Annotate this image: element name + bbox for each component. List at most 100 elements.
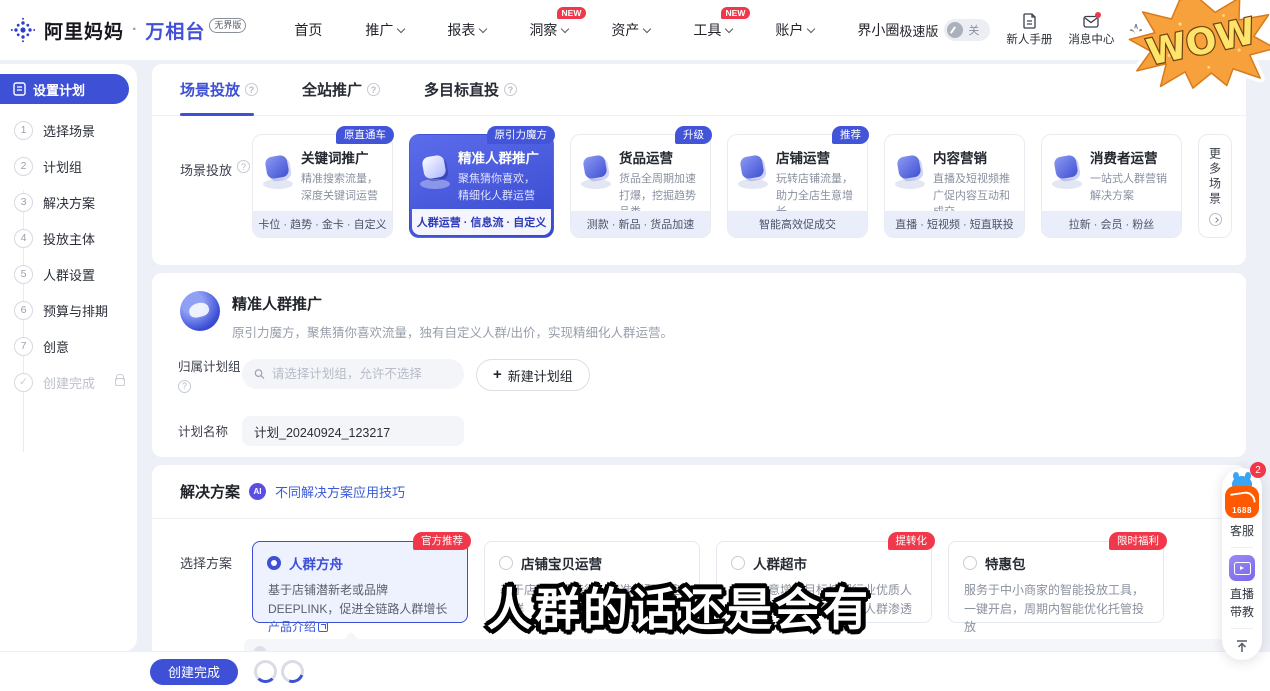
conversion-badge: 提转化 <box>888 532 936 550</box>
scene-card-shop[interactable]: 推荐 店铺运营 玩转店铺流量，助力全店生意增长 智能高效促成交 <box>727 134 868 238</box>
lock-icon <box>115 378 125 386</box>
sidebar-step-complete: ✓ 创建完成 <box>0 364 137 400</box>
solution-tips-link[interactable]: 不同解决方案应用技巧 <box>275 482 405 501</box>
step-label: 计划组 <box>43 157 82 176</box>
back-to-top-button[interactable] <box>1234 638 1250 654</box>
brand-separator: · <box>132 21 137 39</box>
scene-footer: 卡位 · 趋势 · 金卡 · 自定义 <box>253 211 392 237</box>
scene-card-content[interactable]: 内容营销 直播及短视频推广促内容互动和成交 直播 · 短视频 · 短直联投 <box>884 134 1025 238</box>
live-teaching-button[interactable]: 直播带教 <box>1230 585 1254 621</box>
choose-solution-label: 选择方案 <box>180 553 236 623</box>
sidebar-step-scene[interactable]: 1选择场景 <box>0 112 137 148</box>
chevron-down-icon <box>479 24 487 32</box>
step-label: 创建完成 <box>43 373 95 392</box>
brand-logo[interactable]: 阿里妈妈 · 万相台 无界版 <box>0 17 246 44</box>
step-label: 创意 <box>43 337 69 356</box>
sidebar-item-setup-plan[interactable]: 设置计划 <box>0 74 129 104</box>
scene-cards-row: 场景投放? 原直通车 关键词推广 精准搜索流量，深度关键词运营 卡位 · 趋势 … <box>152 116 1246 238</box>
tab-sitewide[interactable]: 全站推广? <box>302 64 380 115</box>
sidebar-step-target[interactable]: 4投放主体 <box>0 220 137 256</box>
logo-1688-icon[interactable]: 1688 <box>1225 486 1259 518</box>
step-number: 5 <box>14 265 33 284</box>
nav-item-jiexiaoquan[interactable]: 界小圈 <box>857 20 899 40</box>
step-number: 4 <box>14 229 33 248</box>
sidebar-step-plan-group[interactable]: 2 计划组 <box>0 148 137 184</box>
consumer-scene-icon <box>1048 153 1086 191</box>
solution-card-special-offer[interactable]: 限时福利 特惠包 服务于中小商家的智能投放工具，一键开启，周期内智能优化托管投放 <box>948 541 1164 623</box>
step-number: 7 <box>14 337 33 356</box>
radio-unselected[interactable] <box>963 556 977 570</box>
divider <box>1231 628 1253 629</box>
new-plan-group-button[interactable]: + 新建计划组 <box>476 359 590 391</box>
newbie-manual-button[interactable]: 新人手册 <box>1006 13 1052 47</box>
limited-benefit-badge: 限时福利 <box>1109 532 1167 550</box>
help-icon[interactable]: ? <box>504 83 517 96</box>
scene-desc: 精准搜索流量，深度关键词运营 <box>301 171 384 204</box>
sidebar-step-budget[interactable]: 6预算与排期 <box>0 292 137 328</box>
scene-badge: 原直通车 <box>336 126 394 144</box>
solution-card-audience-market[interactable]: 提转化 人群超市 基于生意增长目标挖掘行业优质人群，扩大人群拿量，提升人群渗透 <box>716 541 932 623</box>
radio-selected[interactable] <box>267 556 281 570</box>
floating-help-panel: 2 1688 客服 直播带教 <box>1222 468 1262 660</box>
step-label: 预算与排期 <box>43 301 108 320</box>
scene-card-goods[interactable]: 升级 货品运营 货品全周期加速打爆，挖掘趋势品类 测款 · 新品 · 货品加速 <box>570 134 711 238</box>
product-intro-link[interactable]: 产品介绍 <box>268 620 328 634</box>
customer-service-button[interactable]: 客服 <box>1230 522 1254 540</box>
scene-card-audience[interactable]: 原引力魔方 精准人群推广 聚焦猜你喜欢，精细化人群运营 人群运营 · 信息流 ·… <box>409 134 554 238</box>
plan-name-input[interactable] <box>242 416 464 446</box>
audience-promo-icon <box>180 291 220 331</box>
sidebar-step-audience[interactable]: 5 人群设置 <box>0 256 137 292</box>
message-center-button[interactable]: 消息中心 <box>1068 14 1114 47</box>
nav-item-tools[interactable]: 工具NEW <box>693 20 732 40</box>
step-number: 2 <box>14 157 33 176</box>
nav-item-assets[interactable]: 资产 <box>611 20 650 40</box>
tab-multi-target[interactable]: 多目标直投? <box>424 64 517 115</box>
plan-title: 精准人群推广 <box>232 293 673 314</box>
solution-card-audience-ark[interactable]: 官方推荐 人群方舟 基于店铺潜新老或品牌DEEPLINK，促进全链路人群增长产品… <box>252 541 468 623</box>
help-icon[interactable]: ? <box>178 380 191 393</box>
step-number: 3 <box>14 193 33 212</box>
scene-card-consumer[interactable]: 消费者运营 一站式人群营销解决方案 拉新 · 会员 · 粉丝 <box>1041 134 1182 238</box>
step-label: 人群设置 <box>43 265 95 284</box>
nav-item-account[interactable]: 账户 <box>775 20 814 40</box>
scene-badge: 推荐 <box>832 126 869 144</box>
brand-company: 阿里妈妈 <box>44 17 124 44</box>
sidebar-step-creative[interactable]: 7 创意 <box>0 328 137 364</box>
scene-badge: 升级 <box>675 126 712 144</box>
scene-title: 精准人群推广 <box>458 147 545 167</box>
scene-title: 内容营销 <box>933 147 1016 167</box>
solution-desc: 服务于中小商家的智能投放工具，一键开启，周期内智能优化托管投放 <box>964 581 1149 637</box>
sidebar-step-solution[interactable]: 3解决方案 <box>0 184 137 220</box>
scene-select-card: 场景投放? 全站推广? 多目标直投? 场景投放? 原直通车 关键词推广 精准搜索… <box>152 64 1246 265</box>
scene-footer: 测款 · 新品 · 货品加速 <box>571 211 710 237</box>
nav-item-promotion[interactable]: 推广 <box>365 20 404 40</box>
radio-unselected[interactable] <box>731 556 745 570</box>
radio-unselected[interactable] <box>499 556 513 570</box>
nav-item-reports[interactable]: 报表 <box>447 20 486 40</box>
plan-group-input[interactable] <box>272 367 452 381</box>
plan-group-select[interactable] <box>242 359 464 389</box>
solution-header: 解决方案 AI 不同解决方案应用技巧 <box>152 465 1246 519</box>
create-complete-button[interactable]: 创建完成 <box>150 659 238 685</box>
solution-name: 人群方舟 <box>289 553 343 573</box>
speed-version-toggle[interactable]: 关 <box>944 19 990 41</box>
nav-item-insights[interactable]: 洞察NEW <box>529 20 568 40</box>
help-icon[interactable]: ? <box>367 83 380 96</box>
scene-title: 货品运营 <box>619 147 702 167</box>
help-icon[interactable]: ? <box>237 160 250 173</box>
sidebar-active-label: 设置计划 <box>33 80 85 99</box>
more-scenes-button[interactable]: 更多场景 <box>1198 134 1232 238</box>
scene-row-label: 场景投放? <box>180 160 236 238</box>
plan-name-row: 计划名称 <box>178 416 1246 446</box>
live-teaching-icon[interactable] <box>1229 555 1255 581</box>
plus-icon: + <box>493 367 502 382</box>
solution-card-shop-item[interactable]: 店铺宝贝运营 基于店铺宝贝特征，精准匹配兴趣人群 <box>484 541 700 623</box>
new-badge: NEW <box>557 7 587 19</box>
tab-scene-delivery[interactable]: 场景投放? <box>180 64 258 115</box>
plan-group-row: 归属计划组 ? + 新建计划组 <box>178 359 1246 394</box>
scene-card-keyword[interactable]: 原直通车 关键词推广 精准搜索流量，深度关键词运营 卡位 · 趋势 · 金卡 ·… <box>252 134 393 238</box>
divider <box>1231 547 1253 548</box>
help-icon[interactable]: ? <box>245 83 258 96</box>
solution-desc: 基于店铺宝贝特征，精准匹配兴趣人群 <box>500 581 685 618</box>
nav-item-home[interactable]: 首页 <box>294 20 322 40</box>
